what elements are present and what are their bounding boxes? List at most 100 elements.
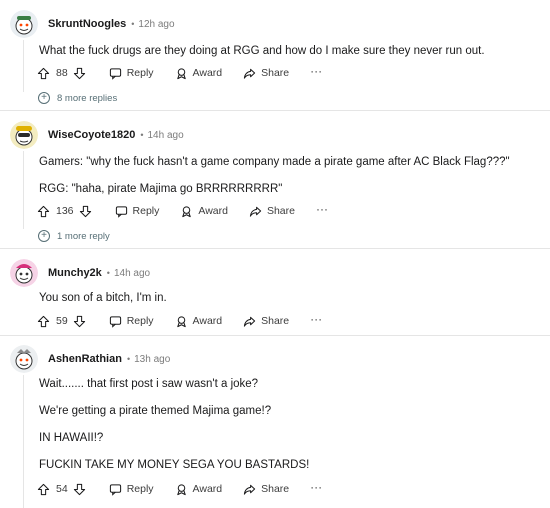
downvote-icon[interactable] — [73, 67, 86, 80]
award-icon — [175, 483, 188, 496]
more-options-icon: ··· — [316, 202, 328, 216]
timestamp[interactable]: 13h ago — [134, 354, 170, 365]
award-icon — [175, 315, 188, 328]
share-label: Share — [261, 315, 290, 327]
username[interactable]: Munchy2k — [48, 267, 102, 279]
share-icon — [243, 67, 256, 80]
more-replies-label: 8 more replies — [57, 92, 118, 104]
upvote-icon[interactable] — [37, 315, 50, 328]
reply-label: Reply — [132, 205, 160, 217]
more-replies-button[interactable]: + 8 more replies — [38, 92, 117, 104]
upvote-icon[interactable] — [37, 67, 50, 80]
comment-text: You son of a bitch, I'm in. — [39, 292, 167, 304]
award-button[interactable]: Award — [180, 205, 228, 218]
vote-group: 59 — [37, 315, 86, 328]
vote-group: 54 — [37, 483, 86, 496]
plus-circle-icon: + — [38, 230, 50, 242]
timestamp[interactable]: 14h ago — [148, 130, 184, 141]
vote-group: 136 — [37, 205, 92, 218]
share-button[interactable]: Share — [249, 205, 295, 218]
more-options-button[interactable]: ··· — [310, 481, 322, 493]
meta-separator: • — [131, 19, 135, 29]
meta-separator: • — [106, 268, 110, 278]
comment-actions: 54 Reply Award Share ··· — [37, 480, 322, 498]
avatar[interactable] — [10, 121, 38, 149]
award-button[interactable]: Award — [175, 315, 223, 328]
meta-separator: • — [140, 130, 144, 140]
more-options-icon: ··· — [310, 64, 323, 78]
more-options-icon: ··· — [310, 312, 323, 326]
vote-count: 88 — [56, 67, 68, 79]
plus-circle-icon: + — [38, 92, 50, 104]
award-label: Award — [192, 315, 223, 327]
thread-line[interactable] — [23, 40, 24, 92]
avatar[interactable] — [10, 345, 38, 373]
comment-actions: 136 Reply Award Share ··· — [37, 202, 328, 220]
more-replies-button[interactable]: + 1 more reply — [38, 230, 110, 242]
timestamp[interactable]: 12h ago — [138, 19, 174, 30]
share-button[interactable]: Share — [243, 483, 289, 496]
comment-header: WiseCoyote1820 • 14h ago — [10, 121, 184, 149]
comment-icon — [109, 67, 122, 80]
comment-text: We're getting a pirate themed Majima gam… — [39, 405, 272, 417]
reply-label: Reply — [126, 67, 154, 79]
thread-line[interactable] — [23, 375, 24, 508]
reply-button[interactable]: Reply — [109, 483, 154, 496]
comment-text: RGG: "haha, pirate Majima go BRRRRRRRRR" — [39, 183, 283, 195]
downvote-icon[interactable] — [79, 205, 92, 218]
upvote-icon[interactable] — [37, 483, 50, 496]
comment-icon — [115, 205, 128, 218]
username[interactable]: WiseCoyote1820 — [48, 129, 135, 141]
share-icon — [243, 315, 256, 328]
more-options-button[interactable]: ··· — [310, 313, 322, 325]
reply-button[interactable]: Reply — [109, 67, 154, 80]
award-label: Award — [198, 205, 228, 217]
comment-text: What the fuck drugs are they doing at RG… — [39, 45, 485, 57]
thread-line[interactable] — [23, 151, 24, 229]
comment-text: Gamers: "why the fuck hasn't a game comp… — [39, 156, 510, 168]
share-label: Share — [261, 67, 290, 79]
award-button[interactable]: Award — [175, 483, 223, 496]
vote-count: 136 — [56, 205, 74, 217]
award-icon — [175, 67, 188, 80]
share-label: Share — [266, 205, 295, 217]
downvote-icon[interactable] — [73, 315, 86, 328]
more-options-button[interactable]: ··· — [316, 203, 328, 215]
share-icon — [249, 205, 262, 218]
award-button[interactable]: Award — [175, 67, 223, 80]
comment-text: FUCKIN TAKE MY MONEY SEGA YOU BASTARDS! — [39, 459, 310, 471]
share-button[interactable]: Share — [243, 67, 289, 80]
award-label: Award — [192, 67, 223, 79]
comment-icon — [109, 483, 122, 496]
divider — [0, 248, 550, 249]
comment-header: AshenRathian • 13h ago — [10, 345, 170, 373]
reply-label: Reply — [126, 315, 154, 327]
username[interactable]: AshenRathian — [48, 353, 122, 365]
avatar[interactable] — [10, 10, 38, 38]
comment-actions: 59 Reply Award Share ··· — [37, 312, 322, 330]
reply-button[interactable]: Reply — [109, 315, 154, 328]
avatar[interactable] — [10, 259, 38, 287]
username[interactable]: SkruntNoogles — [48, 18, 126, 30]
comment-actions: 88 Reply Award Share ··· — [37, 64, 322, 82]
comment-header: SkruntNoogles • 12h ago — [10, 10, 175, 38]
share-icon — [243, 483, 256, 496]
more-options-button[interactable]: ··· — [310, 65, 322, 77]
timestamp[interactable]: 14h ago — [114, 268, 150, 279]
vote-count: 59 — [56, 315, 68, 327]
downvote-icon[interactable] — [73, 483, 86, 496]
comment-text: IN HAWAII!? — [39, 432, 104, 444]
reply-label: Reply — [126, 483, 154, 495]
share-button[interactable]: Share — [243, 315, 289, 328]
upvote-icon[interactable] — [37, 205, 50, 218]
reply-button[interactable]: Reply — [115, 205, 160, 218]
divider — [0, 335, 550, 336]
more-replies-label: 1 more reply — [57, 230, 110, 242]
comment-icon — [109, 315, 122, 328]
divider — [0, 110, 550, 111]
comment-text: Wait....... that first post i saw wasn't… — [39, 378, 259, 390]
award-icon — [180, 205, 193, 218]
vote-group: 88 — [37, 67, 86, 80]
meta-separator: • — [126, 354, 131, 364]
award-label: Award — [192, 483, 223, 495]
